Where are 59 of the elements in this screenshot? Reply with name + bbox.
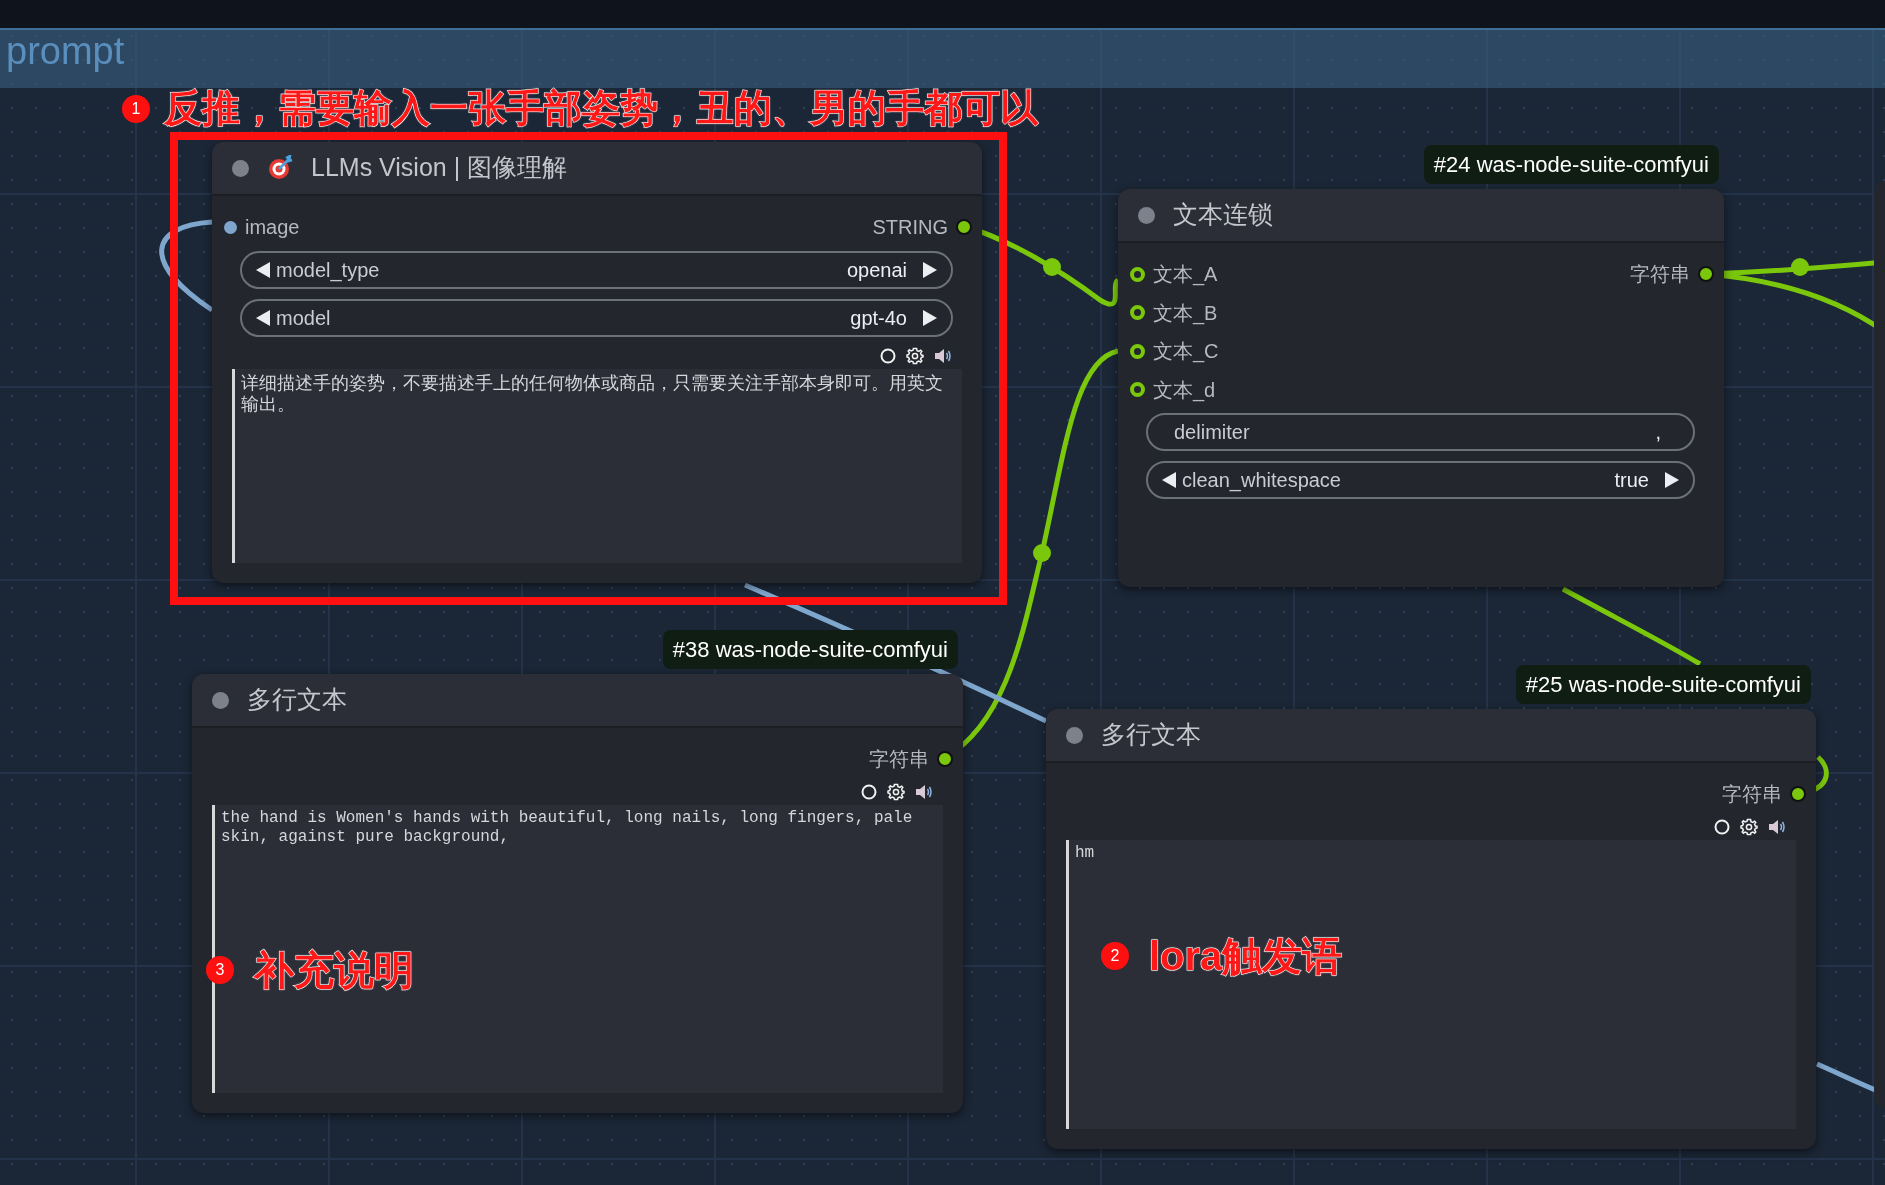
input-label: 文本_B — [1153, 300, 1218, 327]
settings-icon[interactable] — [1740, 817, 1758, 836]
input-label: 文本_C — [1153, 339, 1219, 365]
target-icon — [267, 155, 293, 181]
output-label: 字符串 — [1630, 262, 1690, 288]
input-label: image — [245, 215, 300, 241]
group-title: prompt — [5, 30, 125, 70]
combo-widget[interactable]: model gpt-4o — [240, 298, 953, 337]
collapse-dot[interactable] — [232, 159, 249, 177]
text-area[interactable]: 详细描述手的姿势，不要描述手上的任何物体或商品，只需要关注手部本身即可。用英文输出。 — [232, 368, 962, 563]
combo-widget[interactable]: clean_whitespace true — [1146, 461, 1695, 499]
number-marker: 1 — [122, 94, 150, 123]
input-slot[interactable] — [224, 220, 237, 234]
annotation-text: 反推，需要输入一张手部姿势，丑的、男的手都可以 — [164, 86, 1038, 131]
right-arrow-icon[interactable] — [921, 260, 939, 279]
annotation-text: 补充说明 — [254, 947, 414, 994]
collapse-dot[interactable] — [1138, 206, 1155, 224]
node-header[interactable]: 多行文本 — [192, 674, 963, 728]
collapse-dot[interactable] — [212, 691, 229, 709]
node-title: 多行文本 — [247, 684, 347, 716]
speaker-icon[interactable] — [934, 347, 952, 364]
circle-icon[interactable] — [1714, 818, 1730, 835]
input-slot[interactable] — [1130, 382, 1145, 398]
right-arrow-icon[interactable] — [921, 308, 939, 327]
input-slot[interactable] — [1130, 305, 1145, 321]
node-header[interactable]: 多行文本 — [1046, 709, 1816, 763]
combo-widget[interactable]: model_type openai — [240, 250, 953, 289]
speaker-icon[interactable] — [1768, 818, 1786, 835]
node-header[interactable]: LLMs Vision | 图像理解 — [212, 142, 982, 196]
speaker-icon[interactable] — [915, 783, 933, 800]
node-title: LLMs Vision | 图像理解 — [311, 152, 568, 184]
left-arrow-icon[interactable] — [254, 260, 272, 279]
node-header[interactable]: 文本连锁 — [1118, 189, 1724, 243]
output-slot[interactable] — [956, 219, 972, 236]
input-slot[interactable] — [1130, 266, 1145, 282]
output-slot[interactable] — [1698, 266, 1714, 283]
node-source-label: #38 was-node-suite-comfyui — [662, 630, 958, 669]
left-arrow-icon[interactable] — [1160, 471, 1178, 489]
collapse-dot[interactable] — [1066, 726, 1083, 744]
output-slot[interactable] — [937, 751, 953, 768]
output-label: 字符串 — [869, 747, 929, 773]
settings-icon[interactable] — [906, 346, 924, 365]
text-widget[interactable]: delimiter , — [1146, 413, 1695, 451]
input-slot[interactable] — [1130, 343, 1145, 359]
circle-icon[interactable] — [861, 783, 877, 800]
circle-icon[interactable] — [880, 347, 896, 364]
input-label: 文本_d — [1153, 377, 1216, 404]
left-arrow-icon[interactable] — [254, 308, 272, 327]
output-label: STRING — [872, 215, 948, 241]
node-source-label: #24 was-node-suite-comfyui — [1423, 145, 1719, 184]
output-slot[interactable] — [1790, 786, 1806, 803]
node-source-label: #25 was-node-suite-comfyui — [1515, 665, 1811, 704]
node-title: 多行文本 — [1101, 719, 1201, 751]
annotation-text: lora触发语 — [1149, 933, 1343, 980]
output-label: 字符串 — [1722, 782, 1782, 808]
right-arrow-icon[interactable] — [1663, 471, 1681, 489]
input-label: 文本_A — [1153, 262, 1218, 288]
node-title: 文本连锁 — [1173, 199, 1273, 231]
settings-icon[interactable] — [887, 782, 905, 801]
